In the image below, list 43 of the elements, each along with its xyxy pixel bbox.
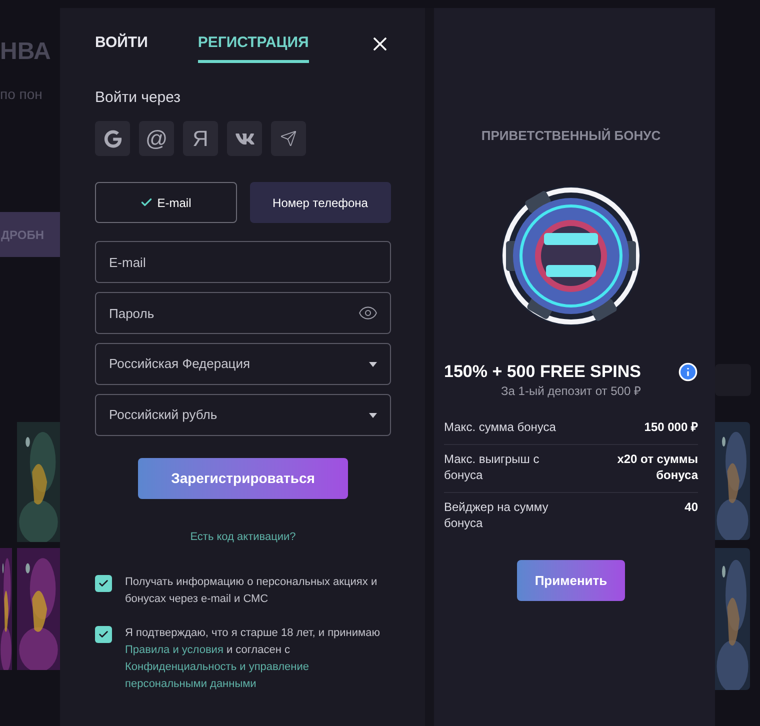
consent-checkbox[interactable]: [95, 575, 112, 592]
password-field[interactable]: Пароль: [95, 292, 391, 334]
paper-plane-icon: [280, 130, 297, 147]
bonus-title: 150% + 500 FREE SPINS: [444, 362, 642, 382]
social-login-button[interactable]: [227, 121, 262, 156]
check-icon: [98, 629, 109, 640]
caret-icon: [369, 412, 377, 418]
detail-label: Вейджер на сумму бонуса: [444, 499, 550, 531]
detail-value: 150 000 ₽: [643, 419, 698, 435]
policy-link[interactable]: Конфиденциальность и управление: [125, 661, 309, 673]
detail-value: 40: [684, 499, 698, 516]
select-field[interactable]: Российская Федерация: [95, 343, 391, 385]
policy-link[interactable]: персональными данными: [125, 678, 256, 690]
activation-code-link[interactable]: Есть код активации?: [190, 531, 296, 543]
email-field[interactable]: E-mail: [95, 241, 391, 283]
check-icon: [98, 578, 109, 589]
bonus-heading: ПРИВЕТСТВЕННЫЙ БОНУС: [481, 128, 661, 143]
caret-icon: [369, 362, 377, 366]
consent-checkbox[interactable]: [95, 626, 112, 643]
method-toggle[interactable]: E-mail: [95, 182, 236, 223]
bonus-subtitle: За 1-ый депозит от 500 ₽: [501, 384, 641, 398]
tab[interactable]: ВОЙТИ: [95, 34, 148, 63]
social-login-button[interactable]: Я: [183, 121, 218, 156]
detail-label: Макс. сумма бонуса: [444, 419, 557, 435]
social-login-button[interactable]: [95, 121, 130, 156]
check-icon: [140, 196, 154, 209]
detail-label: Макс. выигрыш с бонуса: [444, 451, 540, 483]
consent-text: Получать информацию о персональных акциях и бонусах через e-mail и СМС: [125, 575, 378, 607]
tab[interactable]: РЕГИСТРАЦИЯ: [198, 34, 309, 63]
social-login-label: Войти через: [95, 89, 181, 106]
page-subtitle: по пон: [0, 86, 42, 102]
register-button[interactable]: Зарегистрироваться: [138, 458, 348, 499]
social-login-button[interactable]: @: [139, 121, 174, 156]
google-icon: [104, 130, 122, 148]
info-icon[interactable]: [678, 362, 698, 382]
apply-button[interactable]: Применить: [517, 560, 625, 601]
policy-link[interactable]: Правила и условия: [125, 644, 224, 656]
method-toggle[interactable]: Номер телефона: [250, 182, 391, 223]
detail-value: x20 от суммы бонуса: [616, 451, 698, 483]
page-heading: НВА: [0, 38, 51, 65]
select-field[interactable]: Российский рубль: [95, 394, 391, 436]
consent-text: Я подтверждаю, что я старше 18 лет, и принимаю Правила и условия и согласен с Конфиденциальность и управление персональными данными: [125, 626, 380, 692]
social-login-button[interactable]: [271, 121, 306, 156]
